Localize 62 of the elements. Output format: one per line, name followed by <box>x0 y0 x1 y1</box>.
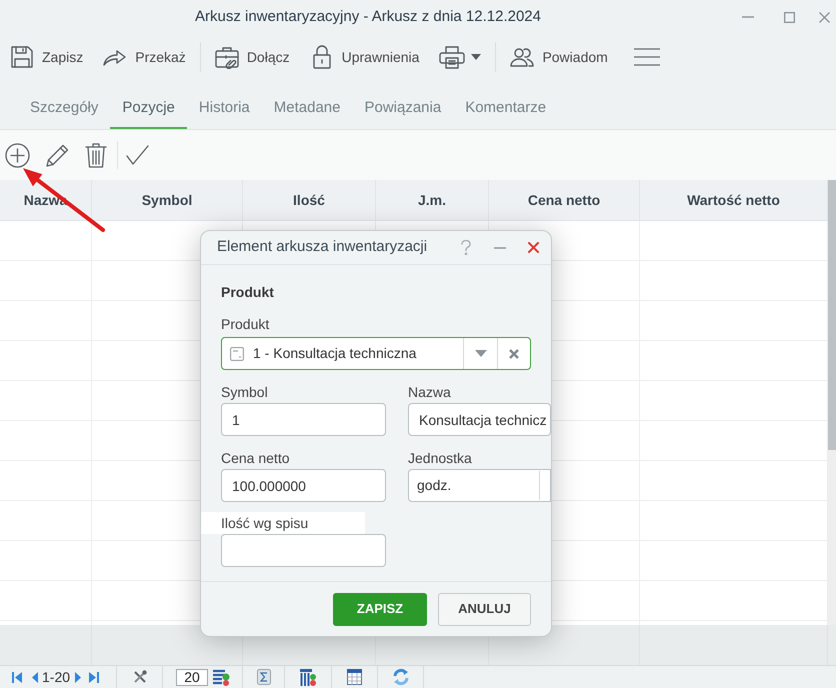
column-header[interactable]: Ilość <box>243 180 376 220</box>
close-icon[interactable] <box>528 242 539 253</box>
text-field[interactable]: Konsultacja technicz <box>408 403 551 436</box>
field-label: Symbol <box>221 383 269 401</box>
menu-icon[interactable] <box>634 48 660 66</box>
save-button[interactable]: Zapisz <box>4 39 90 75</box>
tab[interactable]: Szczegóły <box>18 89 110 129</box>
document-icon <box>230 346 244 360</box>
field-label: Nazwa <box>408 383 452 401</box>
column-header[interactable]: Symbol <box>92 180 243 220</box>
close-icon[interactable] <box>819 12 830 22</box>
notify-button[interactable]: Powiadom <box>504 39 614 75</box>
field-label: Cena netto <box>221 449 290 467</box>
clear-icon[interactable] <box>509 348 519 358</box>
attach-button[interactable]: Dołącz <box>208 39 296 75</box>
printer-icon <box>439 45 466 69</box>
column-header[interactable]: J.m. <box>376 180 489 220</box>
tab[interactable]: Komentarze <box>453 89 558 129</box>
columns-icon[interactable] <box>300 668 316 686</box>
sum-icon[interactable] <box>256 669 270 685</box>
cancel-button[interactable]: ANULUJ <box>438 592 531 626</box>
next-page-icon[interactable] <box>75 672 82 682</box>
tab[interactable]: Powiązania <box>352 89 454 129</box>
text-field[interactable]: 100.000000 <box>221 469 386 502</box>
caret-icon <box>471 54 482 60</box>
tab[interactable]: Historia <box>186 89 262 129</box>
pencil-icon[interactable] <box>45 142 70 168</box>
column-header[interactable]: Cena netto <box>489 180 640 220</box>
window-title: Arkusz inwentaryzacyjny - Arkusz z dnia 12.12.2024 <box>194 6 541 27</box>
forward-button[interactable]: Przekaż <box>97 39 192 75</box>
help-icon[interactable] <box>461 240 471 255</box>
grid-icon[interactable] <box>347 669 362 685</box>
save-button[interactable]: ZAPISZ <box>333 592 427 626</box>
field-label: Ilość wg spisu <box>201 512 365 534</box>
minimize-icon[interactable] <box>494 246 506 248</box>
plus-circle-icon[interactable] <box>5 142 30 168</box>
dropdown-caret-icon[interactable] <box>474 350 486 357</box>
refresh-icon[interactable] <box>390 668 410 686</box>
permissions-button[interactable]: Uprawnienia <box>304 39 426 75</box>
checkmark-icon[interactable] <box>126 145 149 165</box>
trash-icon[interactable] <box>85 142 107 168</box>
field-label: Produkt <box>221 315 270 333</box>
scrollbar[interactable] <box>828 180 836 625</box>
last-page-icon[interactable] <box>89 672 100 682</box>
briefcase-icon <box>214 45 239 69</box>
field-label: Jednostka <box>408 449 473 467</box>
minimize-icon[interactable] <box>742 16 754 18</box>
tab[interactable]: Metadane <box>262 89 352 129</box>
text-field[interactable] <box>221 534 386 567</box>
scrollbar-thumb[interactable] <box>828 180 836 450</box>
maximize-icon[interactable] <box>784 12 795 22</box>
page-size-field[interactable]: 20 <box>176 668 208 686</box>
select-field[interactable]: godz. <box>408 469 551 502</box>
previous-page-icon[interactable] <box>32 672 38 682</box>
rows-add-remove-icon[interactable] <box>212 668 230 686</box>
product-combobox[interactable]: 1 - Konsultacja techniczna <box>221 337 531 370</box>
tools-icon[interactable] <box>132 670 146 684</box>
dialog-title: Element arkusza inwentaryzacji <box>217 237 428 258</box>
first-page-icon[interactable] <box>12 672 22 682</box>
page-range: 1-20 <box>42 668 70 686</box>
text-field[interactable]: 1 <box>221 403 386 436</box>
section-heading: Produkt <box>221 283 275 301</box>
